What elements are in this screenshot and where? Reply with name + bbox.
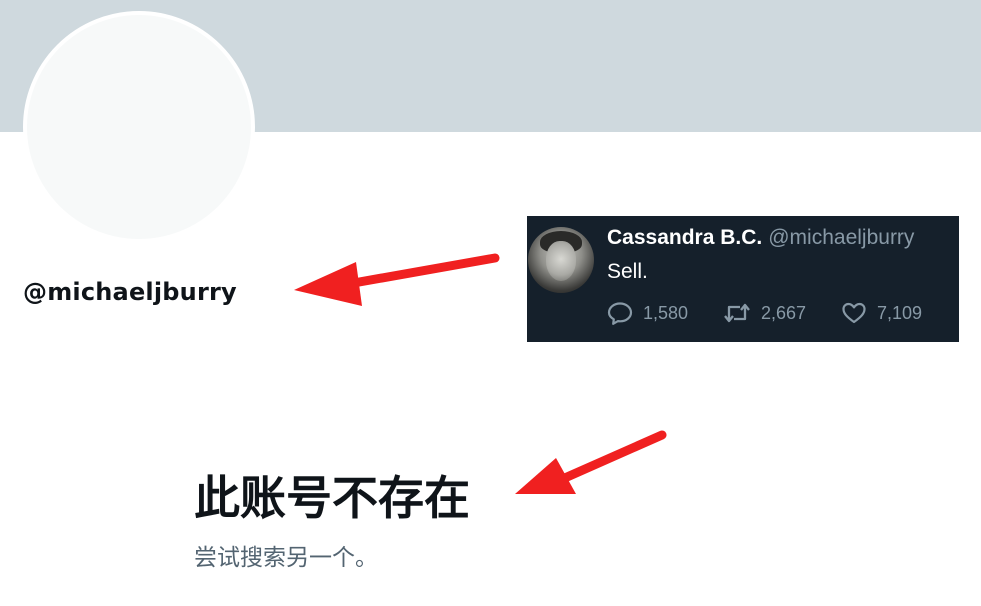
account-not-found-title: 此账号不存在 [194,471,470,525]
reply-button[interactable]: 1,580 [607,300,688,326]
retweet-count: 2,667 [761,302,807,323]
like-button[interactable]: 7,109 [841,300,922,326]
account-not-found-subtitle: 尝试搜索另一个。 [194,545,378,571]
tweet-text: Sell. [607,260,648,283]
profile-avatar-placeholder [23,11,255,243]
like-icon [842,302,866,324]
profile-handle: @michaeljburry [23,278,237,306]
tweet-header: Cassandra B.C. @michaeljburry [607,226,914,250]
reply-icon [607,302,633,325]
reply-count: 1,580 [643,302,689,323]
retweet-icon [724,303,750,323]
tweet-card[interactable]: Cassandra B.C. @michaeljburry Sell. 1,580… [527,216,959,342]
avatar-face [546,241,576,281]
tweet-display-name[interactable]: Cassandra B.C. [607,226,762,249]
tweet-username[interactable]: @michaeljburry [768,226,914,249]
retweet-button[interactable]: 2,667 [723,300,806,326]
annotation-arrow-handle [294,253,500,306]
annotation-arrow-notice [515,430,667,494]
tweet-author-avatar[interactable] [528,227,594,293]
like-count: 7,109 [877,302,923,323]
